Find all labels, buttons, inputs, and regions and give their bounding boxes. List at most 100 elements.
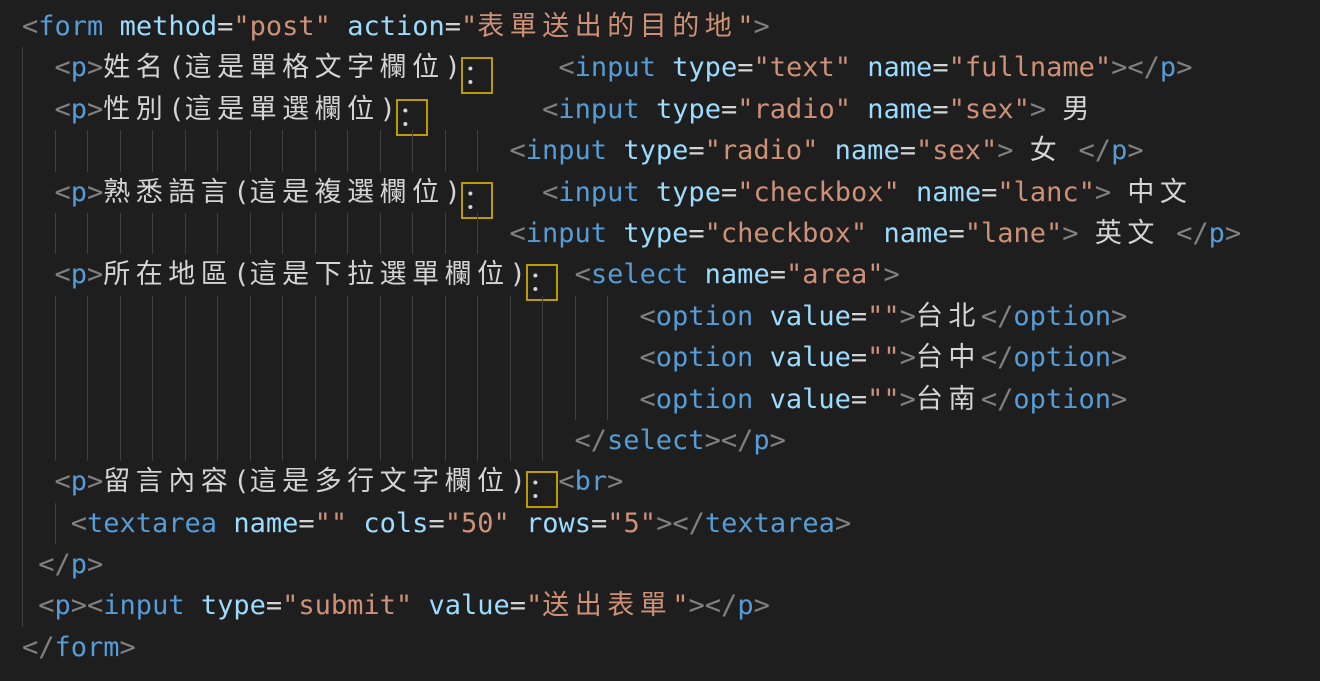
code-line: <p>留言內容(這是多行文字欄位)：<br> — [0, 461, 1320, 502]
indent-guide — [217, 213, 218, 254]
code-token — [753, 342, 769, 373]
code-token — [331, 11, 347, 42]
indent-guide — [542, 379, 543, 420]
code-token: = — [721, 94, 737, 125]
indent-guide — [542, 337, 543, 378]
indent-guide — [347, 379, 348, 420]
code-token: input — [103, 590, 184, 621]
code-token: p — [71, 52, 87, 83]
code-token: p — [737, 590, 753, 621]
indent-guide — [282, 130, 283, 171]
code-token: = — [217, 11, 233, 42]
code-token: = — [721, 177, 737, 208]
code-token — [558, 259, 574, 290]
indent-guide — [22, 337, 23, 378]
code-token: form — [55, 632, 120, 663]
code-token: 中文 — [1111, 177, 1192, 208]
code-line: <input type="checkbox" name="lane"> 英文 <… — [0, 213, 1320, 254]
code-token: name — [867, 52, 932, 83]
indent-guide — [217, 420, 218, 461]
code-token: > — [1127, 135, 1143, 166]
indent-guide — [22, 296, 23, 337]
code-token: p — [1160, 52, 1176, 83]
code-line: <option value="">台南</option> — [0, 379, 1320, 420]
code-token: input — [575, 52, 656, 83]
code-token: p — [1209, 218, 1225, 249]
code-token — [607, 135, 623, 166]
code-token: "checkbox" — [705, 218, 868, 249]
code-token: </ — [575, 425, 608, 456]
indent-guide — [445, 296, 446, 337]
indent-guide — [315, 213, 316, 254]
indent-guide — [380, 296, 381, 337]
indent-guide — [282, 296, 283, 337]
indent-guide — [185, 420, 186, 461]
indent-guide — [217, 296, 218, 337]
code-token — [867, 218, 883, 249]
indent-guide — [185, 213, 186, 254]
code-token — [851, 94, 867, 125]
code-editor[interactable]: <form method="post" action="表單送出的目的地"><p… — [0, 0, 1320, 681]
code-token: >< — [71, 590, 104, 621]
indent-guide — [412, 130, 413, 171]
code-token: = — [948, 218, 964, 249]
indent-guide — [22, 89, 23, 130]
indent-guide — [87, 420, 88, 461]
code-token — [103, 11, 119, 42]
code-token — [753, 384, 769, 415]
code-token: 留言內容(這是多行文字欄位) — [103, 466, 526, 497]
code-token: < — [542, 94, 558, 125]
indent-guide — [250, 337, 251, 378]
indent-guide — [510, 420, 511, 461]
code-token — [510, 508, 526, 539]
code-token — [347, 508, 363, 539]
code-token — [818, 135, 834, 166]
code-token: "" — [315, 508, 348, 539]
code-token: 台南 — [916, 384, 981, 415]
indent-guide — [380, 130, 381, 171]
indent-guide — [22, 172, 23, 213]
indent-guide — [477, 379, 478, 420]
code-token: "post" — [233, 11, 331, 42]
code-line: <textarea name="" cols="50" rows="5"></t… — [0, 503, 1320, 544]
indent-guide — [412, 337, 413, 378]
code-token: "sex" — [916, 135, 997, 166]
indent-guide — [315, 379, 316, 420]
code-line: <p>姓名(這是單格文字欄位)： <input type="text" name… — [0, 47, 1320, 88]
indent-guide — [250, 213, 251, 254]
code-token: 台中 — [916, 342, 981, 373]
indent-guide — [412, 213, 413, 254]
code-token: "" — [867, 384, 900, 415]
code-token: > — [1111, 301, 1127, 332]
code-token: < — [71, 508, 87, 539]
code-token: 英文 — [1079, 218, 1177, 249]
indent-guide — [120, 213, 121, 254]
code-token: p — [71, 94, 87, 125]
indent-guide — [607, 337, 608, 378]
code-token: > — [900, 384, 916, 415]
code-token: "表單送出的目的地" — [461, 11, 754, 42]
indent-guide — [120, 379, 121, 420]
code-token: ></ — [1111, 52, 1160, 83]
code-token: name — [883, 218, 948, 249]
indent-guide — [55, 420, 56, 461]
code-token: = — [445, 11, 461, 42]
indent-guide — [22, 254, 23, 295]
code-token: value — [770, 301, 851, 332]
code-token: option — [656, 342, 754, 373]
indent-guide — [22, 503, 23, 544]
code-token: "" — [867, 342, 900, 373]
code-token — [428, 94, 542, 125]
indent-guide — [347, 420, 348, 461]
indent-guide — [22, 130, 23, 171]
code-line: <form method="post" action="表單送出的目的地"> — [0, 6, 1320, 47]
indent-guide — [22, 213, 23, 254]
indent-guide — [55, 130, 56, 171]
code-token: < — [558, 52, 574, 83]
indent-guide — [185, 130, 186, 171]
indent-guide — [380, 420, 381, 461]
indent-guide — [120, 337, 121, 378]
code-token: < — [558, 466, 574, 497]
code-token: = — [688, 218, 704, 249]
code-token: rows — [526, 508, 591, 539]
